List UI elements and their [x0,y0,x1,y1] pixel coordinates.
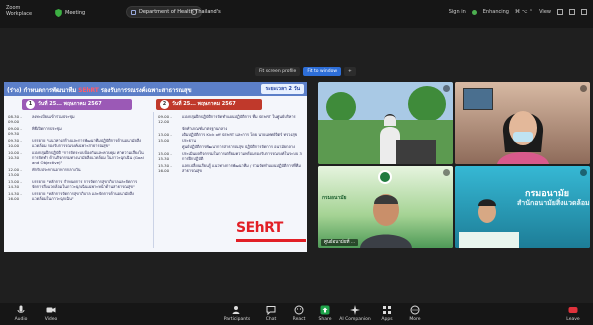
fit-screen-button[interactable]: Fit screen profile [255,67,301,76]
participant-name: ศูนย์อนามัยที่ ... [321,239,359,246]
sehrt-logo: SEhRT [236,220,306,242]
schedule-row: 08.30 - 09.00 ลงทะเบียนเข้าร่วมประชุม [8,114,75,125]
participant-silhouette [497,111,549,164]
chat-icon [266,306,276,315]
workspace-label: Zoom Workplace [6,5,33,17]
schedule-row: 09.00 - 12.00 แบ่งกลุ่มฝึกปฏิบัติการจัดทำ… [158,114,296,125]
sign-in-link[interactable]: Sign in [449,9,466,15]
participants-icon [232,306,240,314]
status-dot-icon [471,9,477,15]
leave-button[interactable]: Leave [556,305,590,322]
sparkle-icon [350,305,360,315]
leave-icon [568,307,578,313]
microphone-icon [17,305,25,313]
zoom-window: Zoom Workplace Meeting Department of Heal… [0,0,593,325]
schedule-row: 13.00 - 14.30 บรรยาย "หลักการ กำหนดการ กา… [8,178,138,190]
day1-header: 1 วันที่ 25... พฤษภาคม 2567 [22,99,132,110]
share-screen-icon [320,305,330,315]
meeting-title: Department of Health Thailand's [139,9,221,15]
schedule-row: 09.30 - 10.00 บรรยาย "แนวทางสร้างและการพั… [8,137,142,149]
day1-schedule: 08.30 - 09.00 ลงทะเบียนเข้าร่วมประชุม 09.… [8,114,148,203]
video-tile-4[interactable]: กรมอนามัย สำนักอนามัยสิ่งแวดล้อม [455,166,590,248]
meeting-label[interactable]: Meeting [65,10,85,16]
day2-header: 2 วันที่ 25... พฤษภาคม 2567 [156,99,262,110]
maximize-icon[interactable] [569,9,575,15]
logo-underline [236,239,306,242]
video-tile-1[interactable] [318,82,453,164]
schedule-row: 10.00 - 10.30 แบ่งกลุ่มฝึกปฏิบัติ "การจัด… [8,149,144,166]
minimize-icon[interactable] [557,9,563,15]
schedule-row: จัดทำเกณฑ์มาตรฐานกลาง [182,125,228,131]
grid-icon [131,10,136,15]
desk-shape [459,232,519,248]
tree-shape [408,86,446,122]
day2-schedule: 09.00 - 12.00 แบ่งกลุ่มฝึกปฏิบัติการจัดทำ… [158,114,304,175]
ai-companion-button[interactable]: AI Companion [338,305,372,322]
shield-icon[interactable] [55,9,62,17]
participants-button[interactable]: Participants [220,305,254,322]
more-button[interactable]: More [398,305,432,322]
tree-shape [326,92,356,122]
participant-silhouette [360,194,412,248]
meeting-toolbar: Audio Video Participants Chat React Shar… [0,303,593,325]
view-menu[interactable]: View [539,9,551,15]
camera-icon [46,307,56,313]
enhancing-label[interactable]: Enhancing [483,9,509,15]
audio-button[interactable]: Audio [4,305,38,322]
shortcut-label: ⌘ ⌥ ⌃ [514,9,534,15]
schedule-row: 14.30 - 16.00 บรรยาย "หลักการจัดการสุขาภิ… [8,190,134,201]
more-dots-icon [410,305,420,315]
top-right-controls: Sign in Enhancing ⌘ ⌥ ⌃ View [449,9,587,15]
mic-icon [443,85,450,92]
meeting-title-pill[interactable]: Department of Health Thailand's [126,6,221,18]
schedule-row: 13.00 - 15.00 เติมปฏิบัติการ Kick off SEh… [158,132,298,143]
background-brand-subtitle: สำนักอนามัยสิ่งแวดล้อม [517,199,590,207]
background-brand-text: กรมอนามัย [322,195,347,201]
video-tile-3[interactable]: กรมอนามัย ศูนย์อนามัยที่ ... [318,166,453,248]
share-button[interactable]: Share [308,305,342,322]
agenda-title: (ร่าง) กำหนดการพัฒนาทีม SEhRT รองรับการร… [7,87,192,94]
schedule-row: 12.00 - 13.00 พักรับประทานอาหารกลางวัน [8,166,81,178]
schedule-row: 09.00 - 09.30 พิธีเปิดการประชุม [8,125,62,137]
mic-icon [443,169,450,176]
column-divider [153,112,154,248]
schedule-row: 15.00 - 15.30 ประเมินผลกิจกรรมในการเตรียม… [158,150,302,162]
wall-picture [463,88,493,110]
mic-icon [580,169,587,176]
emblem-icon [378,170,392,184]
schedule-row: 15.30 - 16.00 แลกเปลี่ยนเรียนรู้ แนวทางกา… [158,162,301,174]
close-icon[interactable] [581,9,587,15]
agenda-header: (ร่าง) กำหนดการพัฒนาทีม SEhRT รองรับการร… [4,82,307,96]
top-bar: Zoom Workplace Meeting Department of Heal… [0,0,593,28]
shared-screen: (ร่าง) กำหนดการพัฒนาทีม SEhRT รองรับการร… [4,82,307,252]
fit-window-button[interactable]: Fit to window [303,67,342,76]
schedule-row: ศูนย์ปฏิบัติการพัฒนาการสาธารณสุข ปฏิบัติ… [182,144,295,150]
duration-badge: ระยะเวลา 2 วัน [261,84,304,94]
smiley-icon [294,305,304,315]
video-button[interactable]: Video [34,305,68,322]
view-controls: Fit screen profile Fit to window + [255,67,356,76]
video-tile-2[interactable] [455,82,590,164]
info-icon[interactable] [191,9,197,15]
monitor-shape [396,140,436,164]
more-view-button[interactable]: + [344,67,356,76]
mic-icon [580,85,587,92]
apps-icon [383,306,391,314]
